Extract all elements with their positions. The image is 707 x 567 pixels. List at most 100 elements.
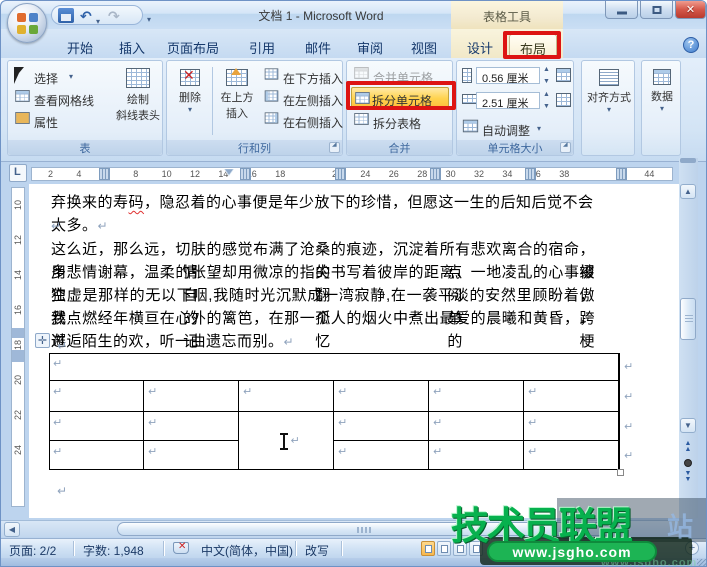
table-cell[interactable]: ↵ xyxy=(144,412,239,441)
cell-size-dialog-launcher-icon[interactable] xyxy=(560,142,571,153)
alignment-button[interactable]: 对齐方式 ▾ xyxy=(586,64,632,138)
data-icon xyxy=(653,69,671,85)
scroll-left-icon[interactable]: ◀ xyxy=(4,522,20,537)
pilcrow-mark: ↵ xyxy=(433,385,442,398)
resize-grip-icon[interactable] xyxy=(697,559,706,567)
table-cell[interactable]: ↵ xyxy=(524,412,619,441)
document-table[interactable]: ↵↵↵↵↵↵↵↵↵↵↵↵↵↵↵↵↵↵↵↵↵↵ xyxy=(49,353,620,470)
insert-left-button[interactable]: 在左侧插入 xyxy=(263,89,280,108)
table-cell[interactable]: ↵ xyxy=(524,381,619,412)
alignment-icon xyxy=(599,69,619,86)
tab-selector-button[interactable] xyxy=(9,164,27,182)
first-line-indent-icon[interactable] xyxy=(224,169,234,181)
horizontal-ruler[interactable]: 24810121416182224262830323436384244 xyxy=(31,167,673,181)
select-button[interactable]: 选择 ▾ xyxy=(14,67,24,86)
merge-cells-icon xyxy=(354,67,368,79)
column-width-spinner[interactable] xyxy=(542,92,553,109)
data-button[interactable]: 数据 ▾ xyxy=(645,64,679,138)
split-table-button[interactable]: 拆分表格 xyxy=(353,112,370,131)
select-browse-object-icon[interactable] xyxy=(684,459,692,467)
vertical-scroll-thumb[interactable] xyxy=(680,298,696,340)
fullscreen-reading-view-icon[interactable] xyxy=(437,541,451,556)
annotation-box-layout-tab xyxy=(503,31,561,59)
tab-home[interactable]: 开始 xyxy=(57,34,103,58)
table-cell[interactable]: ↵ xyxy=(239,381,334,412)
tab-pagelayout[interactable]: 页面布局 xyxy=(157,34,229,58)
table-cell[interactable]: ↵ xyxy=(144,441,239,470)
ruler-number: 28 xyxy=(417,169,427,179)
previous-page-icon[interactable]: ▲▲ xyxy=(681,441,695,454)
vertical-ruler[interactable]: 1012141618202224 xyxy=(11,187,25,507)
tab-view[interactable]: 视图 xyxy=(401,34,447,58)
insert-above-button[interactable]: 在上方 插入 xyxy=(216,64,258,138)
undo-icon[interactable] xyxy=(80,8,96,23)
autofit-button[interactable]: 自动调整 ▾ xyxy=(462,119,479,138)
next-page-icon[interactable]: ▼▼ xyxy=(681,471,695,484)
table-column-marker-icon[interactable] xyxy=(335,168,346,180)
table-column-marker-icon[interactable] xyxy=(616,168,627,180)
vertical-scrollbar[interactable]: ▲ ▼ ▲▲ ▼▼ xyxy=(679,158,698,518)
ruler-number: 18 xyxy=(13,340,23,350)
qat-customize-icon[interactable] xyxy=(147,9,163,24)
table-cell[interactable]: ↵ xyxy=(144,381,239,412)
proofing-errors-icon[interactable] xyxy=(173,542,189,554)
delete-button[interactable]: 删除 ▾ xyxy=(172,64,208,138)
tab-design[interactable]: 设计 xyxy=(457,34,503,58)
table-resize-handle[interactable] xyxy=(617,469,624,476)
distribute-columns-icon[interactable] xyxy=(556,93,571,107)
table-cell[interactable]: ↵ xyxy=(524,441,619,470)
table-cell[interactable]: ↵ xyxy=(429,441,524,470)
table-cell[interactable]: ↵ xyxy=(49,412,144,441)
row-height-field[interactable]: 0.56 厘米 xyxy=(476,67,540,84)
ruler-number: 20 xyxy=(13,375,23,385)
properties-button[interactable]: 属性 xyxy=(14,111,31,130)
group-label-rows-columns: 行和列 xyxy=(167,140,342,155)
table-cell[interactable]: ↵ xyxy=(429,412,524,441)
end-of-row-mark: ↵ xyxy=(624,360,633,373)
rows-columns-dialog-launcher-icon[interactable] xyxy=(329,142,340,153)
draw-diagonal-header-button[interactable]: 绘制 斜线表头 xyxy=(114,64,162,138)
row-height-spinner[interactable] xyxy=(542,67,553,84)
tab-mailings[interactable]: 邮件 xyxy=(295,34,341,58)
table-move-handle[interactable]: ✛ xyxy=(35,333,50,348)
distribute-rows-icon[interactable] xyxy=(556,68,571,82)
view-gridlines-button[interactable]: 查看网格线 xyxy=(14,89,31,108)
help-icon[interactable] xyxy=(683,37,699,53)
print-layout-view-icon[interactable] xyxy=(421,541,435,556)
table-cell[interactable]: ↵ xyxy=(49,441,144,470)
scroll-up-icon[interactable]: ▲ xyxy=(680,184,696,199)
word-count[interactable]: 字数: 1,948 xyxy=(83,542,144,559)
table-column-marker-icon[interactable] xyxy=(430,168,441,180)
insert-below-button[interactable]: 在下方插入 xyxy=(263,67,280,86)
table-column-marker-icon[interactable] xyxy=(240,168,251,180)
page-indicator[interactable]: 页面: 2/2 xyxy=(9,542,56,559)
table-cell[interactable]: ↵ xyxy=(49,353,619,381)
tab-review[interactable]: 审阅 xyxy=(347,34,393,58)
pilcrow-mark: ↵ xyxy=(291,434,300,447)
pilcrow-mark: ↵ xyxy=(53,357,62,370)
office-button[interactable] xyxy=(7,3,47,43)
pilcrow-mark: ↵ xyxy=(148,445,157,458)
save-icon[interactable] xyxy=(58,8,74,23)
language-indicator[interactable]: 中文(简体，中国) xyxy=(201,542,293,559)
tab-insert[interactable]: 插入 xyxy=(109,34,155,58)
tab-references[interactable]: 引用 xyxy=(239,34,285,58)
table-cell[interactable]: ↵ xyxy=(334,412,429,441)
pilcrow-mark: ↵ xyxy=(53,445,62,458)
restore-button[interactable] xyxy=(640,1,673,19)
column-width-field[interactable]: 2.51 厘米 xyxy=(476,92,540,109)
minimize-button[interactable] xyxy=(605,1,638,19)
table-cell[interactable]: ↵ xyxy=(429,381,524,412)
overtype-mode[interactable]: 改写 xyxy=(305,542,329,559)
table-cell-merged[interactable]: ↵ xyxy=(239,412,334,470)
close-button[interactable] xyxy=(675,1,706,19)
table-cell[interactable]: ↵ xyxy=(49,381,144,412)
split-handle[interactable] xyxy=(680,158,696,163)
table-column-marker-icon[interactable] xyxy=(525,168,536,180)
title-bar: 文档 1 - Microsoft Word 表格工具 xyxy=(1,1,707,29)
insert-right-button[interactable]: 在右侧插入 xyxy=(263,111,280,130)
table-column-marker-icon[interactable] xyxy=(99,168,110,180)
table-cell[interactable]: ↵ xyxy=(334,381,429,412)
table-cell[interactable]: ↵ xyxy=(334,441,429,470)
scroll-down-icon[interactable]: ▼ xyxy=(680,418,696,433)
